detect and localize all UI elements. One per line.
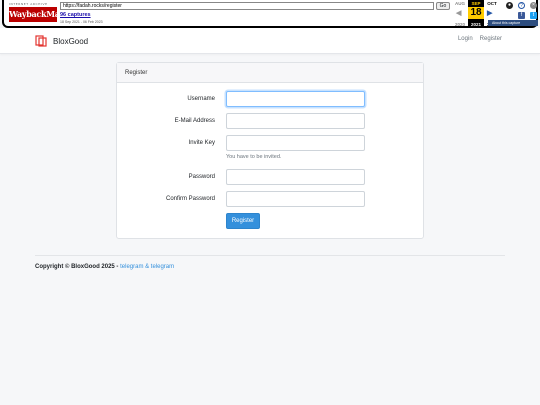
password-input[interactable] xyxy=(226,169,365,185)
user-icon[interactable]: ● xyxy=(506,2,513,9)
footer: Copyright © BloxGood 2025 - telegram & t… xyxy=(35,264,174,270)
telegram-link[interactable]: telegram & telegram xyxy=(120,264,174,270)
username-row: Username xyxy=(117,91,425,107)
month-current-label: SEP xyxy=(471,1,481,6)
navbar: BloxGood Login Register xyxy=(0,28,540,54)
month-prev[interactable]: AUG ◀ 2020 xyxy=(452,0,468,28)
register-button[interactable]: Register xyxy=(226,213,260,229)
bloxgood-logo-icon xyxy=(35,35,47,47)
wayback-logo[interactable]: INTERNET ARCHIVE WaybackMachine xyxy=(9,2,83,26)
next-capture-icon[interactable]: ▶ xyxy=(487,9,492,17)
twitter-icon[interactable]: t xyxy=(530,12,537,19)
confirm-password-label: Confirm Password xyxy=(165,196,215,202)
brand-name: BloxGood xyxy=(53,36,89,46)
internet-archive-label: INTERNET ARCHIVE xyxy=(9,2,48,6)
copyright-text: Copyright © BloxGood 2025 - xyxy=(35,264,121,270)
close-icon[interactable]: × xyxy=(530,2,537,9)
email-row: E-Mail Address xyxy=(117,113,425,129)
year-current-label: 2021 xyxy=(470,22,481,27)
nav-register-link[interactable]: Register xyxy=(480,36,502,42)
wayback-url-input[interactable]: https://fadah.rocks/register xyxy=(60,2,434,10)
nav-login-link[interactable]: Login xyxy=(458,36,473,42)
facebook-icon[interactable]: f xyxy=(518,12,525,19)
username-input[interactable] xyxy=(226,91,365,107)
invite-row: Invite Key xyxy=(117,135,425,151)
username-label: Username xyxy=(187,96,215,102)
footer-divider xyxy=(35,255,505,256)
password-label: Password xyxy=(188,174,215,180)
about-capture-link[interactable]: About this capture xyxy=(488,20,538,26)
brand-link[interactable]: BloxGood xyxy=(35,35,88,47)
capture-range: 18 Sep 2021 - 06 Feb 2023 xyxy=(60,20,103,24)
register-card: Register Username E-Mail Address Invite … xyxy=(116,62,424,239)
confirm-password-input[interactable] xyxy=(226,191,365,207)
invite-help-text: You have to be invited. xyxy=(226,154,282,160)
email-label: E-Mail Address xyxy=(174,118,215,124)
password-row: Password xyxy=(117,169,425,185)
captures-link[interactable]: 96 captures xyxy=(60,12,91,18)
invite-input[interactable] xyxy=(226,135,365,151)
prev-capture-icon[interactable]: ◀ xyxy=(456,9,461,17)
capture-day: 18 xyxy=(468,7,484,19)
wayback-go-button[interactable]: Go xyxy=(436,2,450,10)
month-prev-label: AUG xyxy=(455,1,465,6)
wayback-machine-logo: WaybackMachine xyxy=(9,7,83,22)
email-input[interactable] xyxy=(226,113,365,129)
card-header: Register xyxy=(117,63,423,83)
invite-label: Invite Key xyxy=(188,140,215,146)
nav-links: Login Register xyxy=(458,36,502,42)
help-icon[interactable]: ? xyxy=(518,2,525,9)
month-next-label: OCT xyxy=(487,1,497,6)
wayback-toolbar: INTERNET ARCHIVE WaybackMachine https://… xyxy=(2,0,538,28)
confirm-password-row: Confirm Password xyxy=(117,191,425,207)
month-current: SEP 18 2021 xyxy=(468,0,484,28)
year-prev-label: 2020 xyxy=(454,22,465,27)
